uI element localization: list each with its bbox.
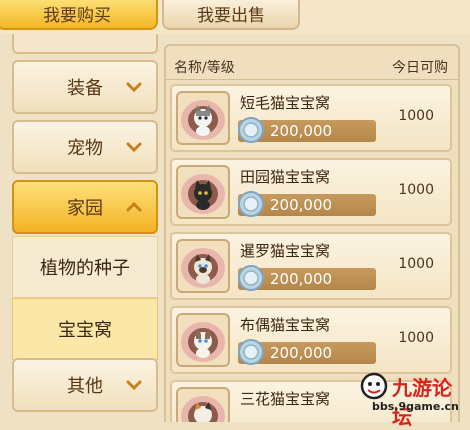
coin-icon: [238, 339, 264, 365]
item-name: 暹罗猫宝宝窝: [240, 242, 331, 260]
category-equipment[interactable]: 装备: [12, 60, 158, 114]
item-name: 短毛猫宝宝窝: [240, 94, 331, 112]
category-other[interactable]: 其他: [12, 358, 158, 412]
category-sidebar: 装备 宠物 家园 植物的种子 宝宝窝 其他: [0, 34, 162, 422]
item-list-panel: 名称/等级 今日可购 短毛猫宝宝窝 200,000 1000 田园猫宝宝窝 20…: [164, 44, 460, 422]
chevron-down-icon: [126, 142, 142, 153]
chevron-down-icon: [126, 380, 142, 391]
category-other-label: 其他: [67, 376, 103, 397]
sidebar-prev-item[interactable]: [12, 34, 158, 54]
subcategory-seeds[interactable]: 植物的种子: [12, 236, 158, 298]
coin-icon: [238, 117, 264, 143]
item-qty: 1000: [398, 330, 434, 346]
item-name: 田园猫宝宝窝: [240, 168, 331, 186]
item-qty: 1000: [398, 256, 434, 272]
column-header-name: 名称/等级: [174, 60, 235, 76]
cat-nest-icon: [176, 313, 230, 367]
item-price: 200,000: [270, 270, 333, 288]
subcategory-baby-nest[interactable]: 宝宝窝: [12, 298, 158, 360]
item-row[interactable]: 布偶猫宝宝窝 200,000 1000: [170, 306, 452, 374]
cat-nest-icon: [176, 239, 230, 293]
item-name: 布偶猫宝宝窝: [240, 316, 331, 334]
category-pets[interactable]: 宠物: [12, 120, 158, 174]
category-equipment-label: 装备: [67, 78, 103, 99]
tab-sell[interactable]: 我要出售: [162, 0, 300, 30]
item-name: 三花猫宝宝窝: [240, 390, 331, 408]
header-divider: [166, 79, 458, 80]
item-qty: 1000: [398, 108, 434, 124]
item-qty: 1000: [398, 182, 434, 198]
tab-buy[interactable]: 我要购买: [0, 0, 158, 30]
coin-icon: [238, 265, 264, 291]
item-row[interactable]: 暹罗猫宝宝窝 200,000 1000: [170, 232, 452, 300]
chevron-down-icon: [126, 82, 142, 93]
item-row[interactable]: 田园猫宝宝窝 200,000 1000: [170, 158, 452, 226]
cat-nest-icon: [176, 387, 230, 422]
column-header-today: 今日可购: [392, 60, 448, 76]
category-home-label: 家园: [67, 198, 103, 219]
watermark-url: bbs.9game.cn: [372, 400, 459, 413]
cat-nest-icon: [176, 165, 230, 219]
category-home[interactable]: 家园: [12, 180, 158, 234]
item-price: 200,000: [270, 122, 333, 140]
nine-game-logo-icon: [360, 372, 388, 400]
item-row[interactable]: 短毛猫宝宝窝 200,000 1000: [170, 84, 452, 152]
forum-watermark: 九游论坛 bbs.9game.cn: [358, 370, 470, 429]
top-tab-bar: 我要购买 我要出售: [0, 0, 470, 34]
chevron-up-icon: [126, 201, 142, 212]
category-pets-label: 宠物: [67, 138, 103, 159]
item-price: 200,000: [270, 196, 333, 214]
coin-icon: [238, 191, 264, 217]
item-price: 200,000: [270, 344, 333, 362]
cat-nest-icon: [176, 91, 230, 145]
